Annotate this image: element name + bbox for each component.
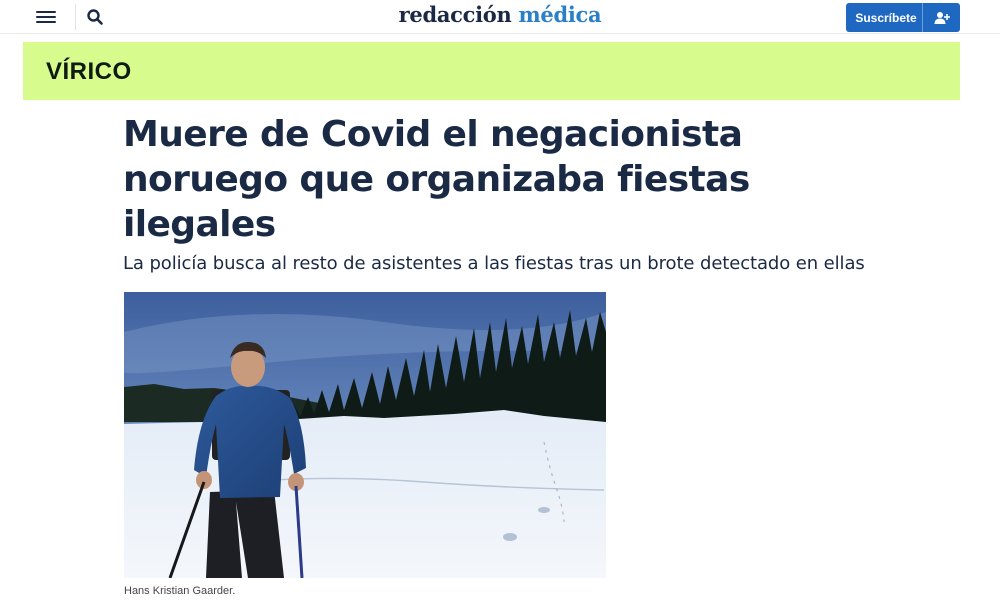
photo-caption: Hans Kristian Gaarder. [124, 585, 236, 597]
section-banner: VÍRICO [23, 42, 960, 100]
user-plus-icon [922, 3, 960, 32]
article-headline: Muere de Covid el negacionista noruego q… [123, 114, 750, 245]
subscribe-label: Suscríbete [855, 10, 917, 25]
section-name[interactable]: VÍRICO [46, 58, 132, 86]
logo-text-primary: redacción [398, 2, 512, 27]
article-photo [124, 292, 606, 578]
logo-text-accent: médica [518, 2, 602, 27]
subscribe-button[interactable]: Suscríbete [846, 3, 960, 32]
article-subheadline: La policía busca al resto de asistentes … [123, 253, 865, 274]
top-header: redacción médica Suscríbete [0, 0, 1000, 34]
